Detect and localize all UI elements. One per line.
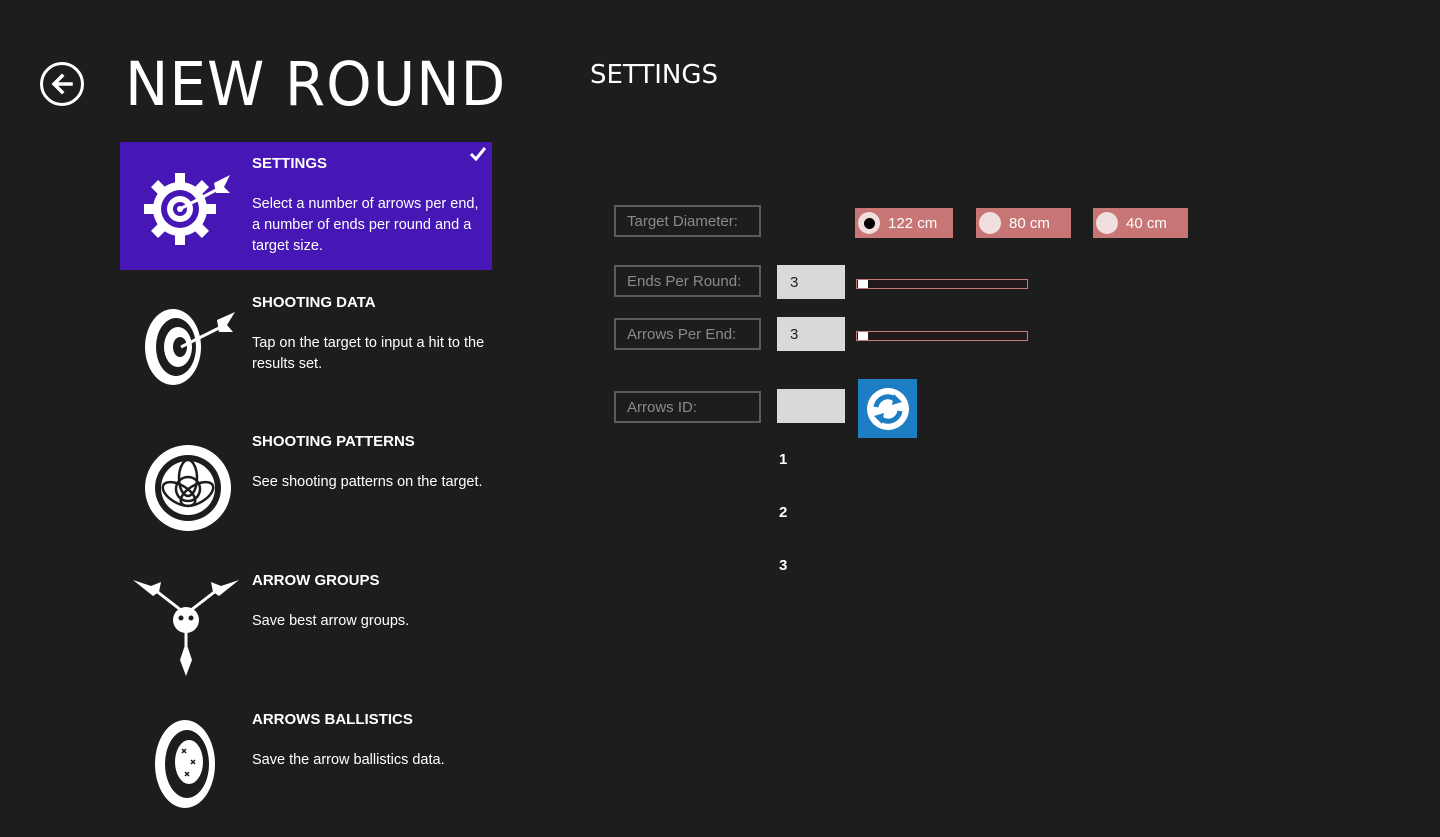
- nav-item-title: ARROW GROUPS: [252, 572, 380, 589]
- arrow-number: 1: [779, 451, 788, 468]
- nav-list: SETTINGS Select a number of arrows per e…: [120, 142, 492, 837]
- slider-thumb[interactable]: [858, 280, 868, 288]
- nav-item-title: SHOOTING DATA: [252, 294, 376, 311]
- nav-item-desc: See shooting patterns on the target.: [252, 474, 483, 490]
- radio-circle-icon: [979, 212, 1001, 234]
- arrows-per-end-label: Arrows Per End:: [614, 318, 761, 350]
- nav-item-settings[interactable]: SETTINGS Select a number of arrows per e…: [120, 142, 492, 270]
- radio-circle-icon: [858, 212, 880, 234]
- diameter-option-122[interactable]: 122 cm: [855, 208, 953, 238]
- ends-per-round-slider[interactable]: [856, 279, 1028, 289]
- radio-label: 80 cm: [1009, 214, 1050, 232]
- arrow-number: 3: [779, 557, 788, 574]
- target-ballistics-icon: [120, 698, 252, 826]
- nav-item-desc: Save best arrow groups.: [252, 613, 410, 629]
- nav-item-desc: Select a number of arrows per end, a num…: [252, 196, 479, 254]
- refresh-icon: [866, 387, 909, 430]
- nav-item-arrows-ballistics[interactable]: ARROWS BALLISTICS Save the arrow ballist…: [120, 698, 492, 826]
- radio-circle-icon: [1096, 212, 1118, 234]
- arrows-id-label: Arrows ID:: [614, 391, 761, 423]
- nav-item-title: SETTINGS: [252, 155, 328, 172]
- diameter-option-40[interactable]: 40 cm: [1093, 208, 1188, 238]
- back-arrow-icon: [51, 73, 73, 95]
- radio-label: 122 cm: [888, 214, 938, 232]
- nav-item-shooting-data[interactable]: SHOOTING DATA Tap on the target to input…: [120, 281, 492, 409]
- radio-label: 40 cm: [1126, 214, 1167, 232]
- target-arrow-icon: [120, 281, 252, 409]
- arrow-group-icon: [120, 559, 252, 687]
- nav-item-desc: Tap on the target to input a hit to the …: [252, 335, 485, 372]
- arrows-per-end-slider[interactable]: [856, 331, 1028, 341]
- target-pattern-icon: [120, 420, 252, 548]
- arrow-number: 2: [779, 504, 788, 521]
- slider-thumb[interactable]: [858, 332, 868, 340]
- arrows-per-end-input[interactable]: [777, 317, 845, 351]
- checkmark-icon: [469, 147, 487, 162]
- target-gear-icon: [120, 142, 252, 270]
- nav-item-title: ARROWS BALLISTICS: [252, 711, 413, 728]
- back-button[interactable]: [40, 62, 84, 106]
- nav-item-shooting-patterns[interactable]: SHOOTING PATTERNS See shooting patterns …: [120, 420, 492, 548]
- nav-item-arrow-groups[interactable]: ARROW GROUPS Save best arrow groups.: [120, 559, 492, 687]
- nav-item-desc: Save the arrow ballistics data.: [252, 752, 445, 768]
- settings-section-title: SETTINGS: [590, 60, 719, 90]
- ends-per-round-label: Ends Per Round:: [614, 265, 761, 297]
- diameter-option-80[interactable]: 80 cm: [976, 208, 1071, 238]
- refresh-button[interactable]: [858, 379, 917, 438]
- nav-item-title: SHOOTING PATTERNS: [252, 433, 415, 450]
- target-diameter-label: Target Diameter:: [614, 205, 761, 237]
- page-title: NEW ROUND: [125, 48, 507, 120]
- ends-per-round-input[interactable]: [777, 265, 845, 299]
- arrows-id-input[interactable]: [777, 389, 845, 423]
